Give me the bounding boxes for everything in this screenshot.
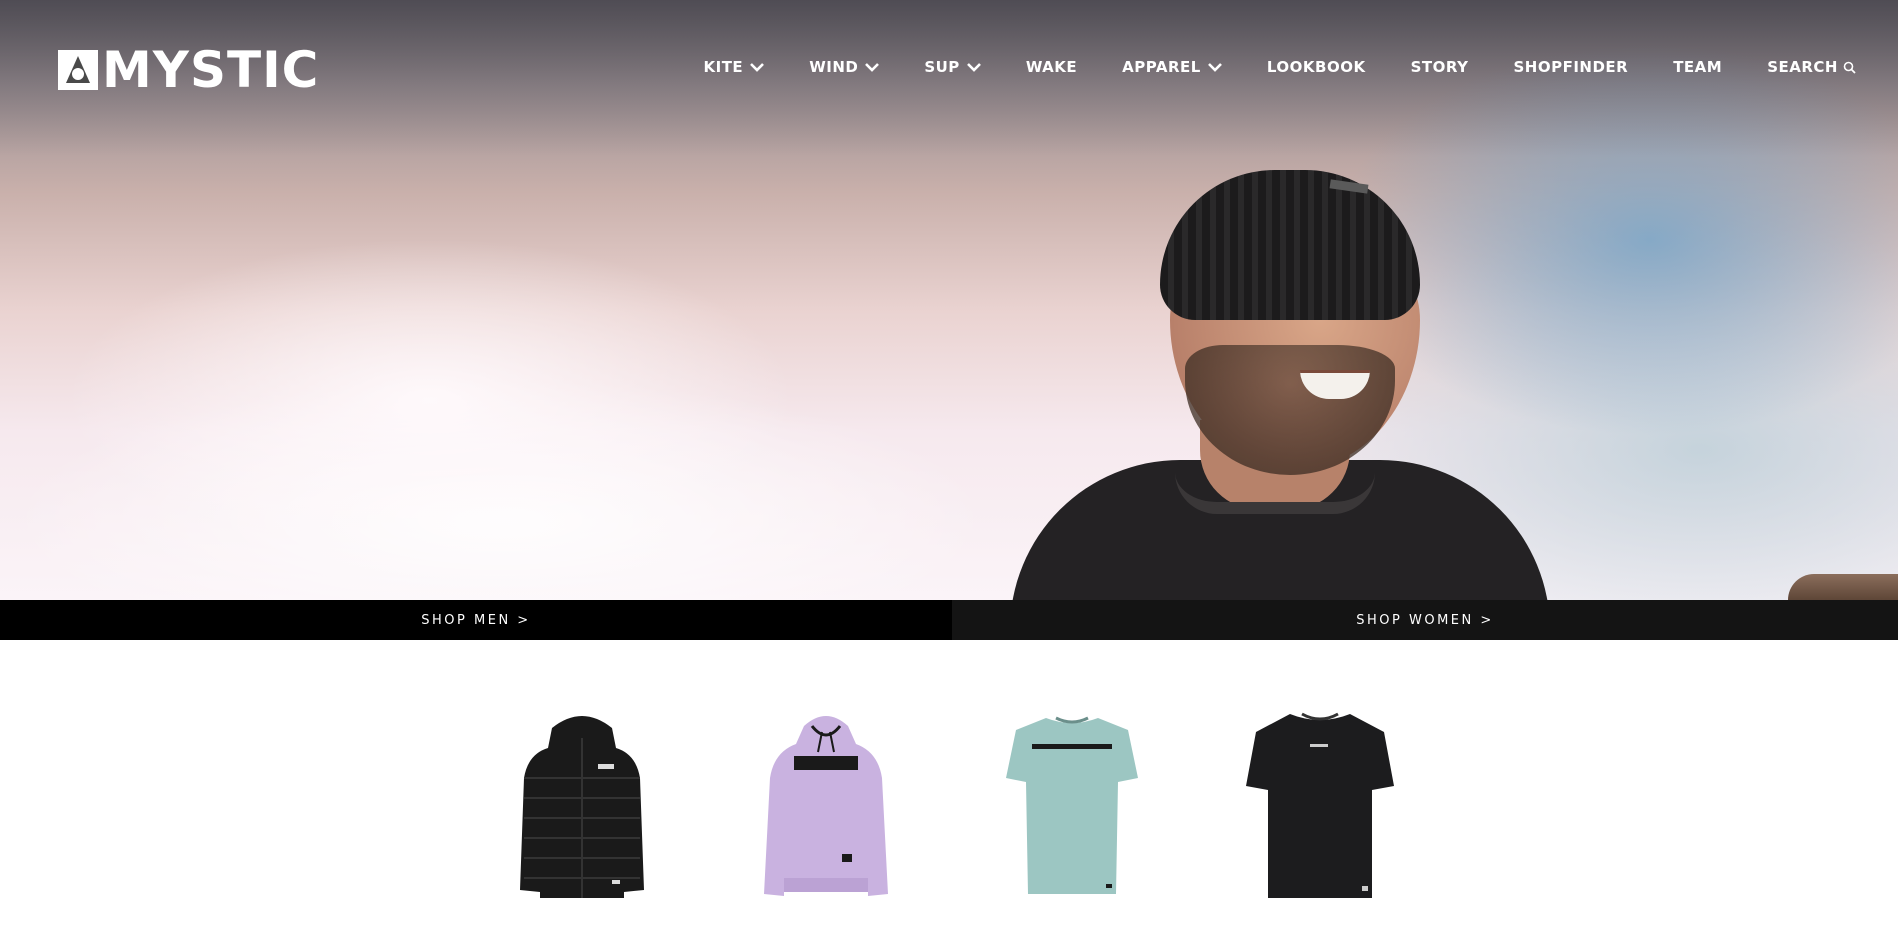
model-beanie — [1160, 170, 1420, 320]
hero-banner: MYSTIC KITE WIND SUP WAKE APPAREL LOOKBO… — [0, 0, 1898, 600]
nav-label: APPAREL — [1122, 58, 1201, 76]
nav-item-apparel[interactable]: APPAREL — [1122, 58, 1222, 76]
nav-item-search[interactable]: SEARCH — [1767, 58, 1856, 76]
nav-item-lookbook[interactable]: LOOKBOOK — [1267, 58, 1366, 76]
nav-label: SEARCH — [1767, 58, 1838, 76]
search-icon — [1843, 61, 1856, 74]
hero-rocks — [1788, 574, 1898, 600]
hero-model — [1000, 160, 1560, 600]
nav-item-kite[interactable]: KITE — [704, 58, 765, 76]
mint-tshirt-image — [1006, 716, 1138, 894]
chevron-down-icon — [1207, 63, 1222, 72]
nav-label: LOOKBOOK — [1266, 58, 1366, 76]
logo-mark-icon — [58, 50, 98, 90]
product-row — [0, 640, 1898, 932]
nav-item-team[interactable]: TEAM — [1673, 58, 1722, 76]
model-collar — [1175, 472, 1375, 514]
nav-label: WIND — [809, 58, 859, 76]
chevron-down-icon — [865, 63, 880, 72]
hoodie-print — [794, 756, 858, 770]
product-black-puffer-jacket[interactable] — [512, 708, 652, 907]
nav-label: STORY — [1410, 58, 1469, 76]
product-lilac-hoodie[interactable] — [756, 708, 896, 907]
nav-item-wind[interactable]: WIND — [809, 58, 880, 76]
product-black-tshirt[interactable] — [1240, 708, 1400, 907]
main-nav: KITE WIND SUP WAKE APPAREL LOOKBOOK STOR… — [704, 58, 1857, 76]
shop-bar: SHOP MEN > SHOP WOMEN > — [0, 600, 1898, 640]
nav-label: TEAM — [1673, 58, 1723, 76]
nav-label: KITE — [703, 58, 744, 76]
shop-women-button[interactable]: SHOP WOMEN > — [952, 600, 1898, 640]
brand-logo[interactable]: MYSTIC — [58, 41, 320, 99]
nav-label: SHOPFINDER — [1513, 58, 1629, 76]
chevron-down-icon — [750, 63, 765, 72]
nav-item-shopfinder[interactable]: SHOPFINDER — [1513, 58, 1628, 76]
nav-label: WAKE — [1025, 58, 1078, 76]
nav-item-story[interactable]: STORY — [1411, 58, 1469, 76]
product-mint-tshirt[interactable] — [1002, 708, 1142, 907]
logo-text: MYSTIC — [102, 41, 320, 99]
black-tshirt-image — [1246, 712, 1394, 898]
nav-item-wake[interactable]: WAKE — [1026, 58, 1077, 76]
puffer-jacket-image — [520, 716, 644, 898]
shop-men-button[interactable]: SHOP MEN > — [0, 600, 952, 640]
nav-label: SUP — [924, 58, 960, 76]
hoodie-image — [764, 716, 888, 896]
chevron-down-icon — [966, 63, 981, 72]
nav-item-sup[interactable]: SUP — [924, 58, 981, 76]
